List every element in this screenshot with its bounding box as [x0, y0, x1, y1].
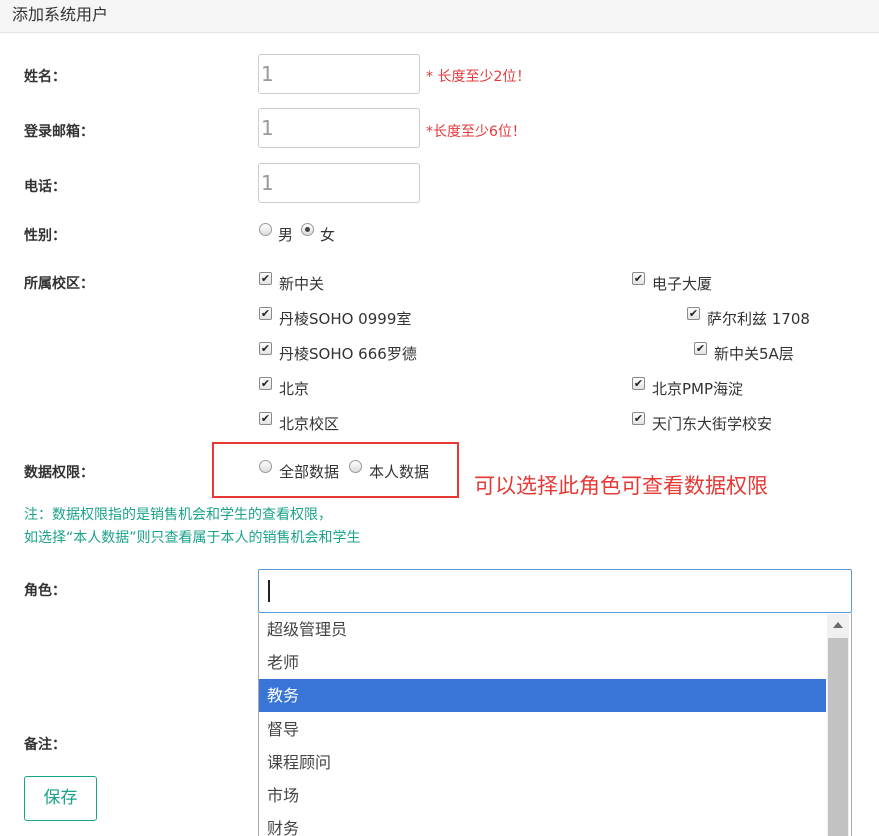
- campus-checkbox[interactable]: ✔: [632, 377, 645, 390]
- save-button[interactable]: 保存: [24, 776, 97, 821]
- annotation-text: 可以选择此角色可查看数据权限: [474, 474, 768, 498]
- gender-label: 性别：: [24, 228, 66, 244]
- remark-label: 备注：: [24, 737, 66, 753]
- role-option[interactable]: 市场: [259, 779, 826, 812]
- campus-checkbox[interactable]: ✔: [632, 412, 645, 425]
- role-dropdown: 超级管理员 老师 教务 督导 课程顾问 市场 财务: [258, 613, 852, 836]
- scroll-up-arrow-icon[interactable]: [827, 614, 849, 636]
- campus-checkbox[interactable]: ✔: [259, 342, 272, 355]
- name-hint: * 长度至少2位！: [426, 69, 531, 85]
- campus-checkbox[interactable]: ✔: [259, 272, 272, 285]
- email-hint: *长度至少6位！: [426, 124, 526, 140]
- data-permission-label: 数据权限：: [24, 465, 94, 481]
- email-input[interactable]: 1: [258, 108, 420, 148]
- name-input[interactable]: 1: [258, 54, 420, 94]
- scrollbar-thumb[interactable]: [828, 638, 848, 836]
- campus-checkbox[interactable]: ✔: [687, 307, 700, 320]
- page-title: 添加系统用户: [12, 5, 109, 24]
- data-permission-self-label: 本人数据: [369, 463, 430, 481]
- campus-item-label: 丹棱SOHO 666罗德: [279, 345, 417, 363]
- page-header: 添加系统用户: [0, 0, 879, 33]
- role-option[interactable]: 超级管理员: [259, 613, 826, 646]
- phone-input[interactable]: 1: [258, 163, 420, 203]
- role-option-highlighted[interactable]: 教务: [259, 679, 826, 712]
- campus-checkbox[interactable]: ✔: [259, 307, 272, 320]
- campus-checkbox[interactable]: ✔: [259, 412, 272, 425]
- role-search-input[interactable]: [258, 569, 852, 613]
- campus-item-label: 北京PMP海淀: [652, 380, 744, 398]
- dropdown-scrollbar[interactable]: [827, 614, 849, 836]
- gender-male-label: 男: [278, 226, 294, 244]
- campus-item-label: 北京校区: [279, 415, 340, 433]
- email-label: 登录邮箱：: [24, 124, 94, 140]
- gender-female-radio[interactable]: [301, 223, 314, 236]
- data-permission-all-radio[interactable]: [259, 460, 272, 473]
- data-permission-all-label: 全部数据: [279, 463, 340, 481]
- campus-checkbox[interactable]: ✔: [259, 377, 272, 390]
- campus-item-label: 天门东大街学校安: [652, 415, 773, 433]
- gender-male-radio[interactable]: [259, 223, 272, 236]
- role-label: 角色：: [24, 583, 66, 599]
- role-option[interactable]: 课程顾问: [259, 746, 826, 779]
- campus-item-label: 新中关: [279, 275, 325, 293]
- role-option[interactable]: 督导: [259, 713, 826, 746]
- campus-item-label: 新中关5A层: [714, 345, 794, 363]
- text-cursor: [268, 580, 270, 602]
- phone-label: 电话：: [24, 179, 66, 195]
- campus-item-label: 电子大厦: [652, 275, 713, 293]
- name-label: 姓名：: [24, 69, 66, 85]
- permission-note-line2: 如选择“本人数据”则只查看属于本人的销售机会和学生: [24, 530, 361, 546]
- campus-item-label: 萨尔利兹 1708: [707, 310, 810, 328]
- gender-female-label: 女: [320, 226, 336, 244]
- campus-item-label: 丹棱SOHO 0999室: [279, 310, 412, 328]
- campus-item-label: 北京: [279, 380, 310, 398]
- role-option[interactable]: 老师: [259, 646, 826, 679]
- role-option[interactable]: 财务: [259, 812, 826, 836]
- permission-note-line1: 注：数据权限指的是销售机会和学生的查看权限，: [24, 507, 332, 523]
- campus-checkbox[interactable]: ✔: [632, 272, 645, 285]
- campus-label: 所属校区：: [24, 276, 94, 292]
- campus-checkbox[interactable]: ✔: [694, 342, 707, 355]
- data-permission-self-radio[interactable]: [349, 460, 362, 473]
